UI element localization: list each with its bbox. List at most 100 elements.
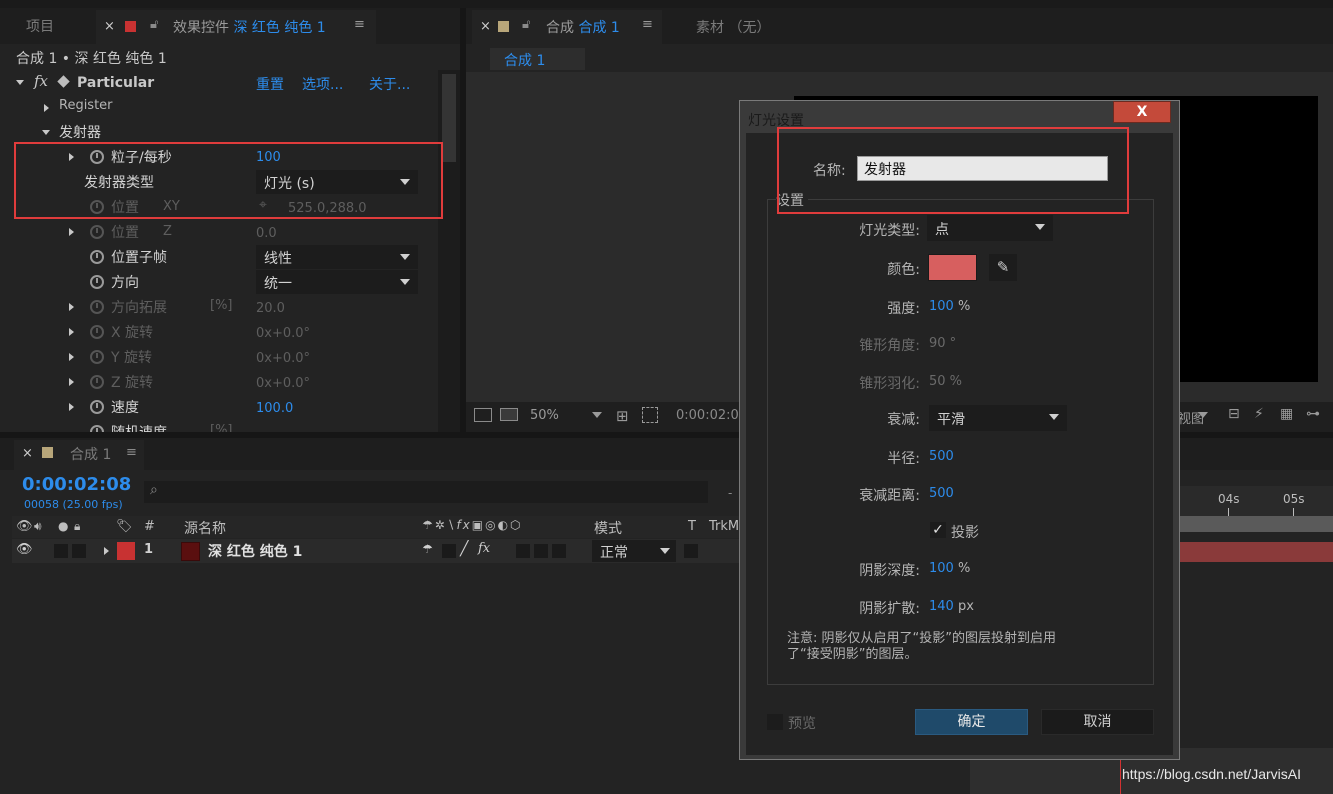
close-tab-icon[interactable]: × xyxy=(22,446,33,461)
position-z-value[interactable]: 0.0 xyxy=(256,226,277,241)
expand-spread-icon[interactable] xyxy=(69,303,74,311)
col-source-name[interactable]: 源名称 xyxy=(184,518,226,538)
chevron-down-icon[interactable] xyxy=(592,412,602,418)
y-rotation-value[interactable]: 0x+0.0° xyxy=(256,351,310,366)
stopwatch-icon[interactable] xyxy=(90,250,104,264)
stopwatch-icon[interactable] xyxy=(90,300,104,314)
viewer-timecode[interactable]: 0:00:02:08 xyxy=(676,408,747,423)
layer-label-color[interactable] xyxy=(117,542,135,560)
lock-icon[interactable]: 🔓︎ xyxy=(150,17,158,32)
playhead-line[interactable] xyxy=(1120,754,1121,794)
transparency-grid-icon[interactable] xyxy=(642,407,658,423)
property-row-position-z[interactable]: 位置 Z 0.0 xyxy=(12,220,436,245)
eye-icon[interactable]: 👁︎ xyxy=(16,519,33,534)
zoom-value[interactable]: 50% xyxy=(530,408,559,423)
expand-velocity-icon[interactable] xyxy=(69,403,74,411)
col-trkmat[interactable]: TrkM xyxy=(709,519,739,534)
shy-icon[interactable]: ☂ xyxy=(422,542,433,556)
stopwatch-icon[interactable] xyxy=(90,350,104,364)
shadow-diffusion-value[interactable]: 140 xyxy=(929,599,954,614)
property-row-velocity[interactable]: 速度 100.0 xyxy=(12,395,436,420)
z-rotation-value[interactable]: 0x+0.0° xyxy=(256,376,310,391)
property-row-spread[interactable]: 方向拓展 [%] 20.0 xyxy=(12,295,436,320)
reset-link[interactable]: 重置 xyxy=(256,74,284,94)
adjustment-toggle[interactable] xyxy=(534,544,548,558)
stopwatch-icon[interactable] xyxy=(90,400,104,414)
search-input[interactable]: ⌕ xyxy=(144,481,708,503)
close-tab-icon[interactable]: × xyxy=(480,19,491,34)
timeline-icon[interactable]: ▦ xyxy=(1280,406,1293,422)
tab-project[interactable]: 项目 xyxy=(26,16,54,36)
layout-icon[interactable]: ⊟ xyxy=(1228,406,1240,422)
scrollbar-thumb[interactable] xyxy=(442,74,456,162)
stopwatch-icon[interactable] xyxy=(90,325,104,339)
expand-x-rotation-icon[interactable] xyxy=(69,328,74,336)
light-type-dropdown[interactable]: 点 xyxy=(927,215,1053,241)
flowchart-icon[interactable]: ⊶ xyxy=(1306,406,1320,422)
layer-row[interactable]: 👁︎ 1 深 红色 纯色 1 ☂ ╱ fx 正常 xyxy=(12,539,740,563)
lock-icon[interactable]: 🔒︎ xyxy=(74,519,80,534)
work-area-bar[interactable] xyxy=(1180,516,1333,532)
3d-toggle[interactable] xyxy=(552,544,566,558)
tab-footage[interactable]: 素材 （无） xyxy=(696,17,770,37)
subframe-dropdown[interactable]: 线性 xyxy=(256,245,418,269)
audio-toggle[interactable] xyxy=(54,544,68,558)
ok-button[interactable]: 确定 xyxy=(915,709,1028,735)
fx-icon[interactable]: fx xyxy=(34,72,48,90)
solo-icon[interactable]: ● xyxy=(58,519,68,533)
falloff-distance-value[interactable]: 500 xyxy=(929,486,954,501)
property-row-x-rotation[interactable]: X 旋转 0x+0.0° xyxy=(12,320,436,345)
timeline-timecode[interactable]: 0:00:02:08 xyxy=(22,474,131,495)
stopwatch-icon[interactable] xyxy=(90,225,104,239)
solo-toggle[interactable] xyxy=(72,544,86,558)
shadow-depth-field[interactable]: 100 % xyxy=(929,561,970,576)
property-row-random-velocity[interactable]: 随机速度 [%] xyxy=(12,420,436,432)
color-swatch[interactable] xyxy=(928,254,977,281)
fx-icon[interactable]: fx xyxy=(478,541,490,556)
velocity-value[interactable]: 100.0 xyxy=(256,401,293,416)
casts-shadows-label[interactable]: 投影 xyxy=(951,522,979,542)
snapshot-icon[interactable] xyxy=(474,408,492,422)
falloff-dropdown[interactable]: 平滑 xyxy=(929,405,1067,431)
property-row-emitter[interactable]: 发射器 xyxy=(12,120,436,144)
collapse-toggle[interactable] xyxy=(442,544,456,558)
intensity-field[interactable]: 100 % xyxy=(929,299,970,314)
eye-icon[interactable]: 👁︎ xyxy=(16,542,33,557)
layer-name[interactable]: 深 红色 纯色 1 xyxy=(208,541,302,561)
x-rotation-value[interactable]: 0x+0.0° xyxy=(256,326,310,341)
about-link[interactable]: 关于... xyxy=(369,74,410,94)
stopwatch-icon[interactable] xyxy=(90,375,104,389)
close-button[interactable]: X xyxy=(1113,101,1171,123)
expand-register-icon[interactable] xyxy=(44,104,49,112)
lock-icon[interactable]: 🔓︎ xyxy=(522,17,530,32)
direction-dropdown[interactable]: 统一 xyxy=(256,270,418,294)
col-mode[interactable]: 模式 xyxy=(594,518,622,538)
panel-menu-icon[interactable]: ≡ xyxy=(126,445,137,460)
motion-blur-toggle[interactable] xyxy=(516,544,530,558)
expand-position-z-icon[interactable] xyxy=(69,228,74,236)
intensity-value[interactable]: 100 xyxy=(929,299,954,314)
layer-mode-dropdown[interactable]: 正常 xyxy=(592,540,676,562)
property-row-direction[interactable]: 方向 统一 xyxy=(12,270,436,295)
panel-menu-icon[interactable]: ≡ xyxy=(642,17,653,32)
monitor-icon[interactable] xyxy=(500,408,518,421)
preserve-transparency-toggle[interactable] xyxy=(684,544,698,558)
close-tab-icon[interactable]: × xyxy=(104,19,115,34)
expand-layer-icon[interactable] xyxy=(104,547,109,555)
time-ruler[interactable]: 04s 05s xyxy=(1180,486,1333,516)
cancel-button[interactable]: 取消 xyxy=(1041,709,1154,735)
eyedropper-icon[interactable]: ✎ xyxy=(989,254,1017,281)
comp-subtab[interactable]: 合成 1 xyxy=(490,48,585,70)
casts-shadows-checkbox[interactable]: ✓ xyxy=(930,522,946,538)
chevron-down-icon[interactable] xyxy=(1198,412,1208,418)
audio-icon[interactable]: 🔊︎ xyxy=(34,519,42,534)
shadow-diffusion-field[interactable]: 140 px xyxy=(929,599,974,614)
options-link[interactable]: 选项... xyxy=(302,74,343,94)
fast-preview-icon[interactable]: ⚡︎ xyxy=(1254,406,1264,422)
stopwatch-icon[interactable] xyxy=(90,425,104,432)
preview-checkbox[interactable] xyxy=(767,714,783,730)
property-row-y-rotation[interactable]: Y 旋转 0x+0.0° xyxy=(12,345,436,370)
property-row-subframe[interactable]: 位置子帧 线性 xyxy=(12,245,436,270)
quality-icon[interactable]: ╱ xyxy=(460,541,468,557)
radius-value[interactable]: 500 xyxy=(929,449,954,464)
